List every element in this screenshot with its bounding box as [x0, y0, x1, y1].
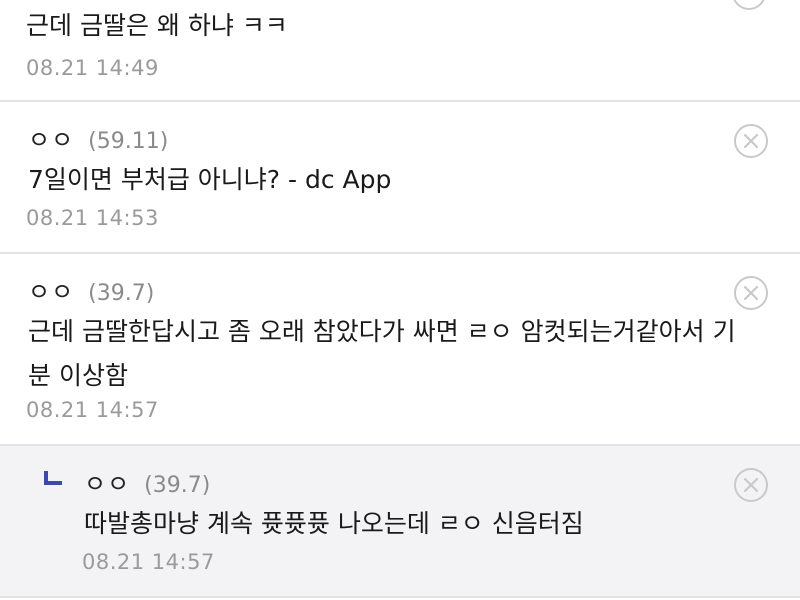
reply-comment-item: ㅇㅇ (39.7) 따발총마냥 계속 퓻퓻퓻 나오는데 ㄹㅇ 신음터짐 08.2…: [0, 446, 800, 598]
comment-author: ㅇㅇ (39.7): [28, 272, 154, 307]
comment-timestamp: 08.21 14:49: [26, 56, 159, 80]
comment-timestamp: 08.21 14:57: [26, 398, 159, 422]
delete-comment-button[interactable]: [734, 124, 768, 158]
comment-timestamp: 08.21 14:57: [82, 550, 215, 574]
comment-item: ㅇㅇ (59.11) 7일이면 부처급 아니냐? - dc App 08.21 …: [0, 102, 800, 254]
comment-body: 근데 금딸한답시고 좀 오래 참았다가 싸면 ㄹㅇ 암컷되는거같아서 기분 이상…: [28, 317, 736, 390]
close-circle-icon: [744, 478, 758, 492]
author-nickname[interactable]: ㅇㅇ: [84, 464, 130, 499]
close-circle-icon: [744, 286, 758, 300]
author-ip: (59.11): [88, 129, 169, 154]
comment-item: ㅇㅇ (39.7) 근데 금딸한답시고 좀 오래 참았다가 싸면 ㄹㅇ 암컷되는…: [0, 254, 800, 446]
comment-author: ㅇㅇ (59.11): [28, 120, 168, 155]
comment-author: ㅇㅇ (39.7): [84, 464, 210, 499]
author-ip: (39.7): [88, 281, 155, 306]
reply-arrow-icon: [44, 470, 64, 490]
delete-comment-button[interactable]: [734, 276, 768, 310]
delete-comment-button[interactable]: [732, 0, 766, 10]
comment-body: 7일이면 부처급 아니냐? - dc App: [28, 165, 392, 194]
comment-body: 따발총마냥 계속 퓻퓻퓻 나오는데 ㄹㅇ 신음터짐: [84, 509, 584, 538]
author-nickname[interactable]: ㅇㅇ: [28, 120, 74, 155]
delete-comment-button[interactable]: [734, 468, 768, 502]
author-nickname[interactable]: ㅇㅇ: [28, 272, 74, 307]
author-ip: (39.7): [144, 473, 211, 498]
comment-timestamp: 08.21 14:53: [26, 206, 159, 230]
close-circle-icon: [744, 134, 758, 148]
comment-body: 근데 금딸은 왜 하냐 ㅋㅋ: [26, 11, 288, 40]
comment-item: 근데 금딸은 왜 하냐 ㅋㅋ 08.21 14:49: [0, 0, 800, 102]
